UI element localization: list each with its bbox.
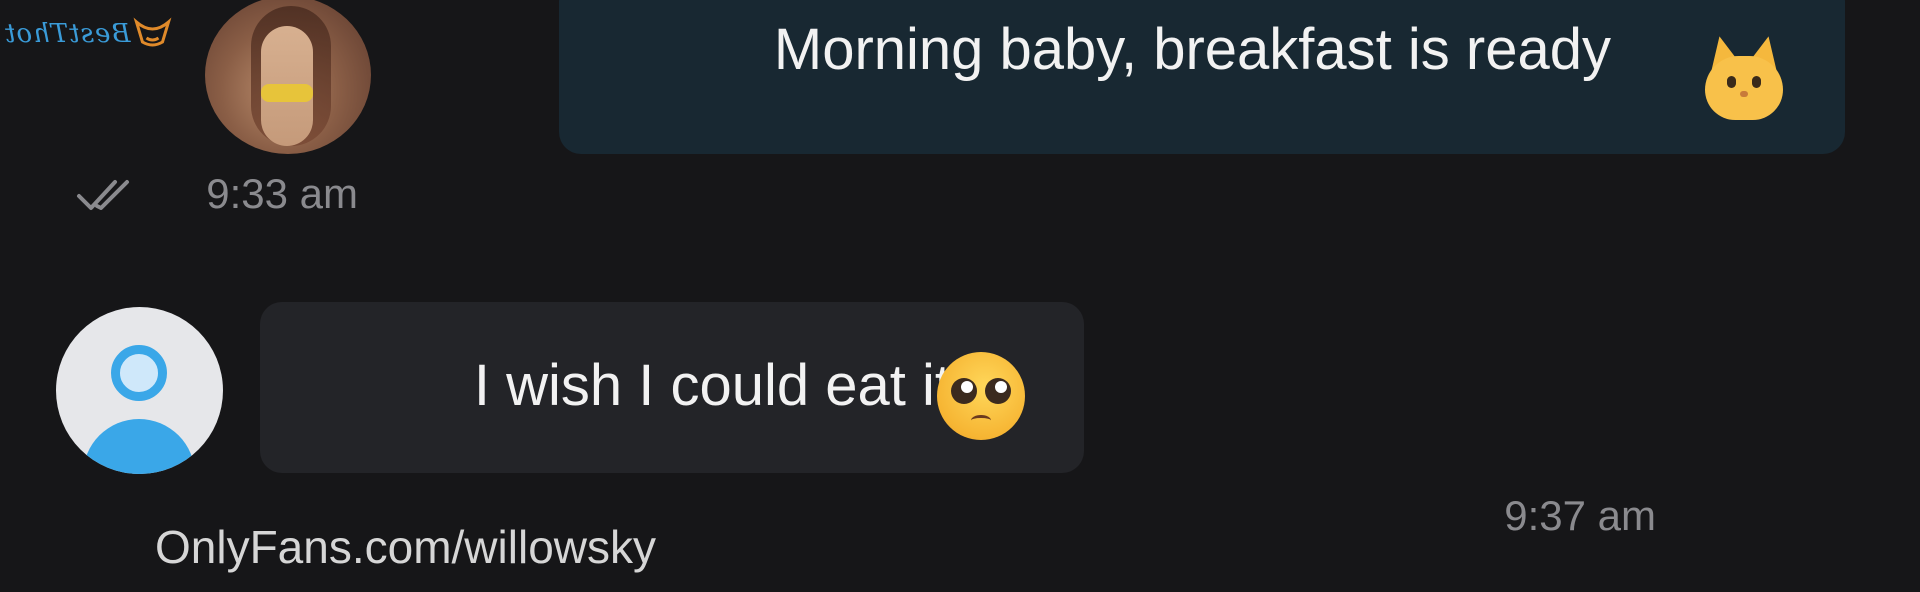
message-text: I wish I could eat it <box>473 353 951 418</box>
site-watermark: BestThot <box>4 6 172 62</box>
watermark-url: OnlyFans.com/willowsky <box>155 521 656 573</box>
bikini-logo-icon <box>133 17 172 47</box>
message-timestamp: 9:33 am <box>206 170 358 217</box>
cat-face-emoji-icon <box>1703 33 1785 120</box>
user-icon-body <box>83 419 196 474</box>
watermark-brand: BestThot <box>4 19 131 49</box>
message-text: Morning baby, breakfast is ready <box>773 17 1611 82</box>
chat-view: Morning baby, breakfast is ready 9:33 am… <box>0 0 1920 592</box>
user-avatar[interactable] <box>56 307 223 474</box>
message-bubble-incoming[interactable]: Morning baby, breakfast is ready <box>559 0 1845 154</box>
double-check-icon <box>77 180 129 210</box>
pleading-face-emoji-icon <box>937 352 1025 440</box>
avatar-top <box>261 84 313 102</box>
sender-avatar[interactable] <box>205 0 371 154</box>
user-icon-head <box>111 345 168 401</box>
message-timestamp: 9:37 am <box>1504 492 1656 539</box>
